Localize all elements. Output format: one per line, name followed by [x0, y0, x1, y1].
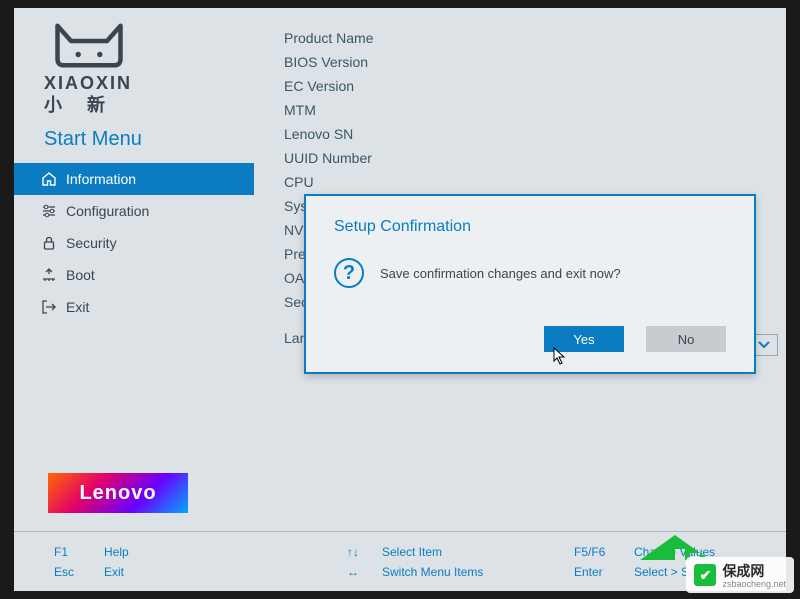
- menu-item-configuration[interactable]: Configuration: [14, 195, 254, 227]
- watermark-url: zsbaocheng.net: [722, 579, 786, 589]
- dialog-title: Setup Confirmation: [334, 218, 726, 236]
- question-icon: ?: [334, 258, 364, 288]
- updown-arrow-icon: ↑↓: [344, 545, 362, 559]
- key-enter: Enter: [574, 565, 614, 579]
- field-mtm: MTM: [284, 98, 766, 122]
- lock-icon: [40, 234, 58, 252]
- key-f5f6: F5/F6: [574, 545, 614, 559]
- home-icon: [40, 170, 58, 188]
- no-button[interactable]: No: [646, 326, 726, 352]
- menu-title: Start Menu: [14, 122, 254, 163]
- field-ec-version: EC Version: [284, 74, 766, 98]
- watermark: ✔ 保成网 zsbaocheng.net: [686, 557, 794, 593]
- watermark-name: 保成网: [722, 563, 764, 579]
- label-switch-menu: Switch Menu Items: [382, 565, 483, 579]
- menu-item-exit[interactable]: Exit: [14, 291, 254, 323]
- menu-item-boot[interactable]: Boot: [14, 259, 254, 291]
- leftright-arrow-icon: ↔: [344, 565, 362, 579]
- main-menu: Information Configuration Security: [14, 163, 254, 323]
- exit-icon: [40, 298, 58, 316]
- key-f1: F1: [54, 545, 84, 559]
- field-bios-version: BIOS Version: [284, 50, 766, 74]
- key-esc: Esc: [54, 565, 84, 579]
- boot-icon: [40, 266, 58, 284]
- menu-item-information[interactable]: Information: [14, 163, 254, 195]
- menu-label: Security: [66, 235, 117, 251]
- confirmation-dialog: Setup Confirmation ? Save confirmation c…: [304, 194, 756, 374]
- menu-label: Exit: [66, 299, 89, 315]
- shield-icon: ✔: [694, 564, 716, 586]
- menu-item-security[interactable]: Security: [14, 227, 254, 259]
- label-exit: Exit: [104, 565, 124, 579]
- menu-label: Boot: [66, 267, 95, 283]
- xiaoxin-cat-icon: [44, 18, 134, 73]
- brand-logo: XIAOXIN 小 新: [14, 8, 254, 122]
- sidebar: XIAOXIN 小 新 Start Menu Information Confi…: [14, 8, 254, 531]
- field-uuid: UUID Number: [284, 146, 766, 170]
- menu-label: Information: [66, 171, 136, 187]
- dialog-message: Save confirmation changes and exit now?: [380, 266, 621, 281]
- mouse-cursor-icon: [553, 347, 567, 365]
- field-lenovo-sn: Lenovo SN: [284, 122, 766, 146]
- brand-text-cn: 小 新: [44, 91, 224, 117]
- label-help: Help: [104, 545, 129, 559]
- sliders-icon: [40, 202, 58, 220]
- field-cpu: CPU: [284, 170, 766, 194]
- chevron-down-icon: [757, 340, 771, 350]
- field-product-name: Product Name: [284, 26, 766, 50]
- lenovo-logo: Lenovo: [48, 473, 188, 513]
- label-select-item: Select Item: [382, 545, 442, 559]
- menu-label: Configuration: [66, 203, 149, 219]
